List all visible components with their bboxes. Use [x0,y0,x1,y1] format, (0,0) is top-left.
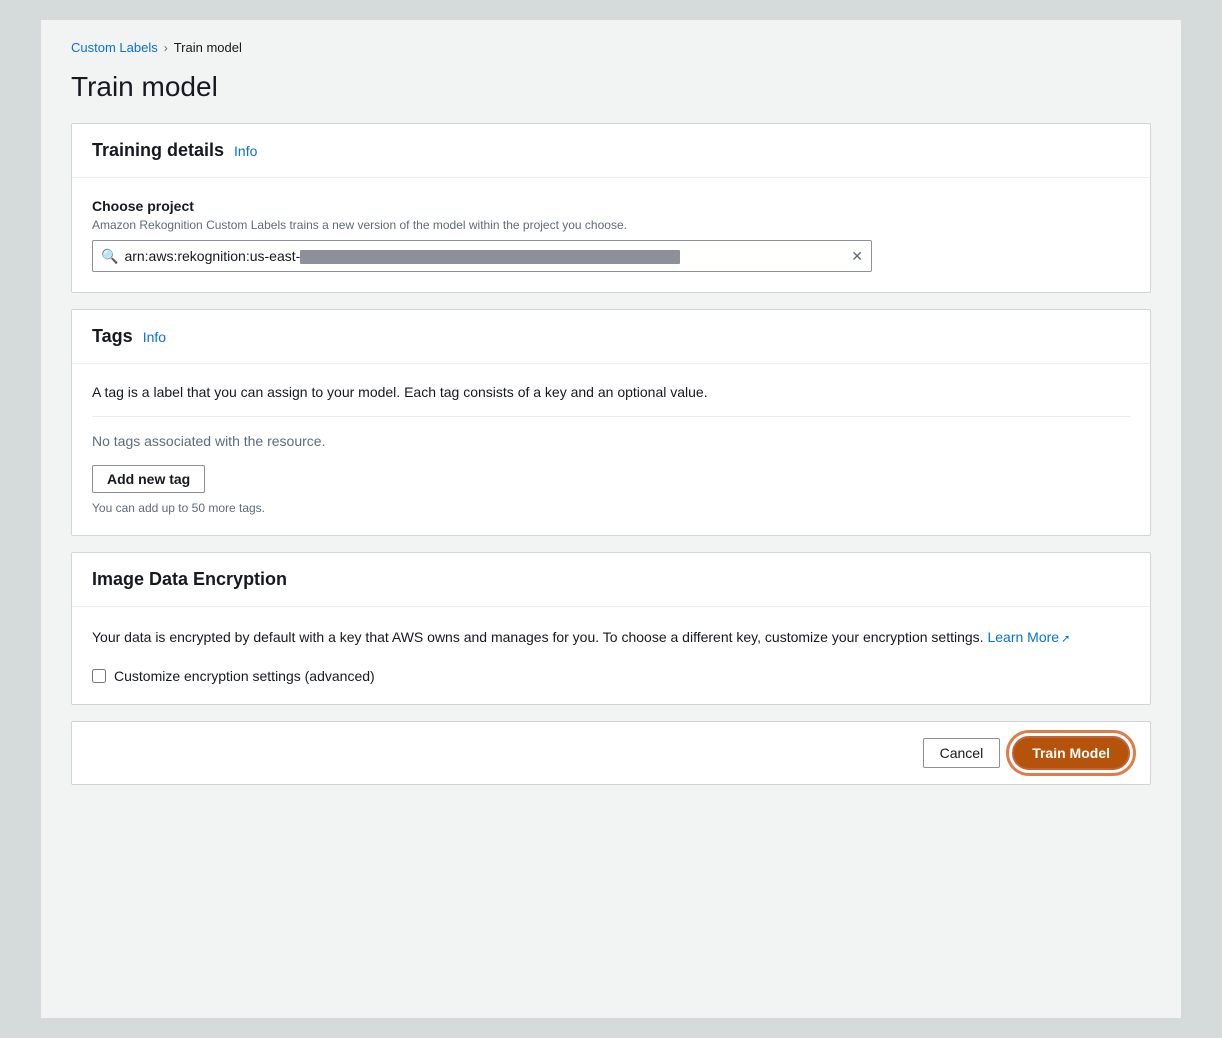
tags-limit-text: You can add up to 50 more tags. [92,501,1130,515]
page-title: Train model [71,71,1151,103]
encryption-description: Your data is encrypted by default with a… [92,627,1130,648]
no-tags-text: No tags associated with the resource. [92,433,1130,449]
train-model-button[interactable]: Train Model [1012,736,1130,770]
training-details-info-link[interactable]: Info [234,143,257,159]
project-search-input-wrapper[interactable]: 🔍 arn:aws:rekognition:us-east- ✕ [92,240,872,272]
footer-bar: Cancel Train Model [71,721,1151,785]
encryption-title: Image Data Encryption [92,569,287,590]
tags-description: A tag is a label that you can assign to … [92,384,1130,400]
add-new-tag-button[interactable]: Add new tag [92,465,205,493]
external-link-icon: ➚ [1061,633,1070,645]
customize-encryption-checkbox[interactable] [92,669,106,683]
tags-header: Tags Info [72,310,1150,364]
tags-title: Tags [92,326,133,347]
learn-more-link[interactable]: Learn More➚ [987,629,1070,645]
tags-section: Tags Info A tag is a label that you can … [71,309,1151,536]
choose-project-label: Choose project [92,198,1130,214]
breadcrumb: Custom Labels › Train model [71,40,1151,55]
breadcrumb-current-page: Train model [174,40,242,55]
arn-masked-value [300,250,680,264]
tags-body: A tag is a label that you can assign to … [72,364,1150,535]
tags-divider [92,416,1130,417]
project-arn-text: arn:aws:rekognition:us-east- [124,248,845,264]
choose-project-description: Amazon Rekognition Custom Labels trains … [92,218,1130,232]
customize-encryption-label: Customize encryption settings (advanced) [114,668,375,684]
breadcrumb-custom-labels-link[interactable]: Custom Labels [71,40,158,55]
customize-encryption-row: Customize encryption settings (advanced) [92,668,1130,684]
encryption-description-text: Your data is encrypted by default with a… [92,629,984,645]
search-icon: 🔍 [101,248,118,265]
tags-info-link[interactable]: Info [143,329,166,345]
cancel-button[interactable]: Cancel [923,738,1001,768]
training-details-section: Training details Info Choose project Ama… [71,123,1151,293]
breadcrumb-separator: › [164,41,168,55]
clear-search-button[interactable]: ✕ [851,248,863,265]
training-details-title: Training details [92,140,224,161]
training-details-header: Training details Info [72,124,1150,178]
training-details-body: Choose project Amazon Rekognition Custom… [72,178,1150,292]
encryption-header: Image Data Encryption [72,553,1150,607]
encryption-body: Your data is encrypted by default with a… [72,607,1150,704]
encryption-section: Image Data Encryption Your data is encry… [71,552,1151,705]
